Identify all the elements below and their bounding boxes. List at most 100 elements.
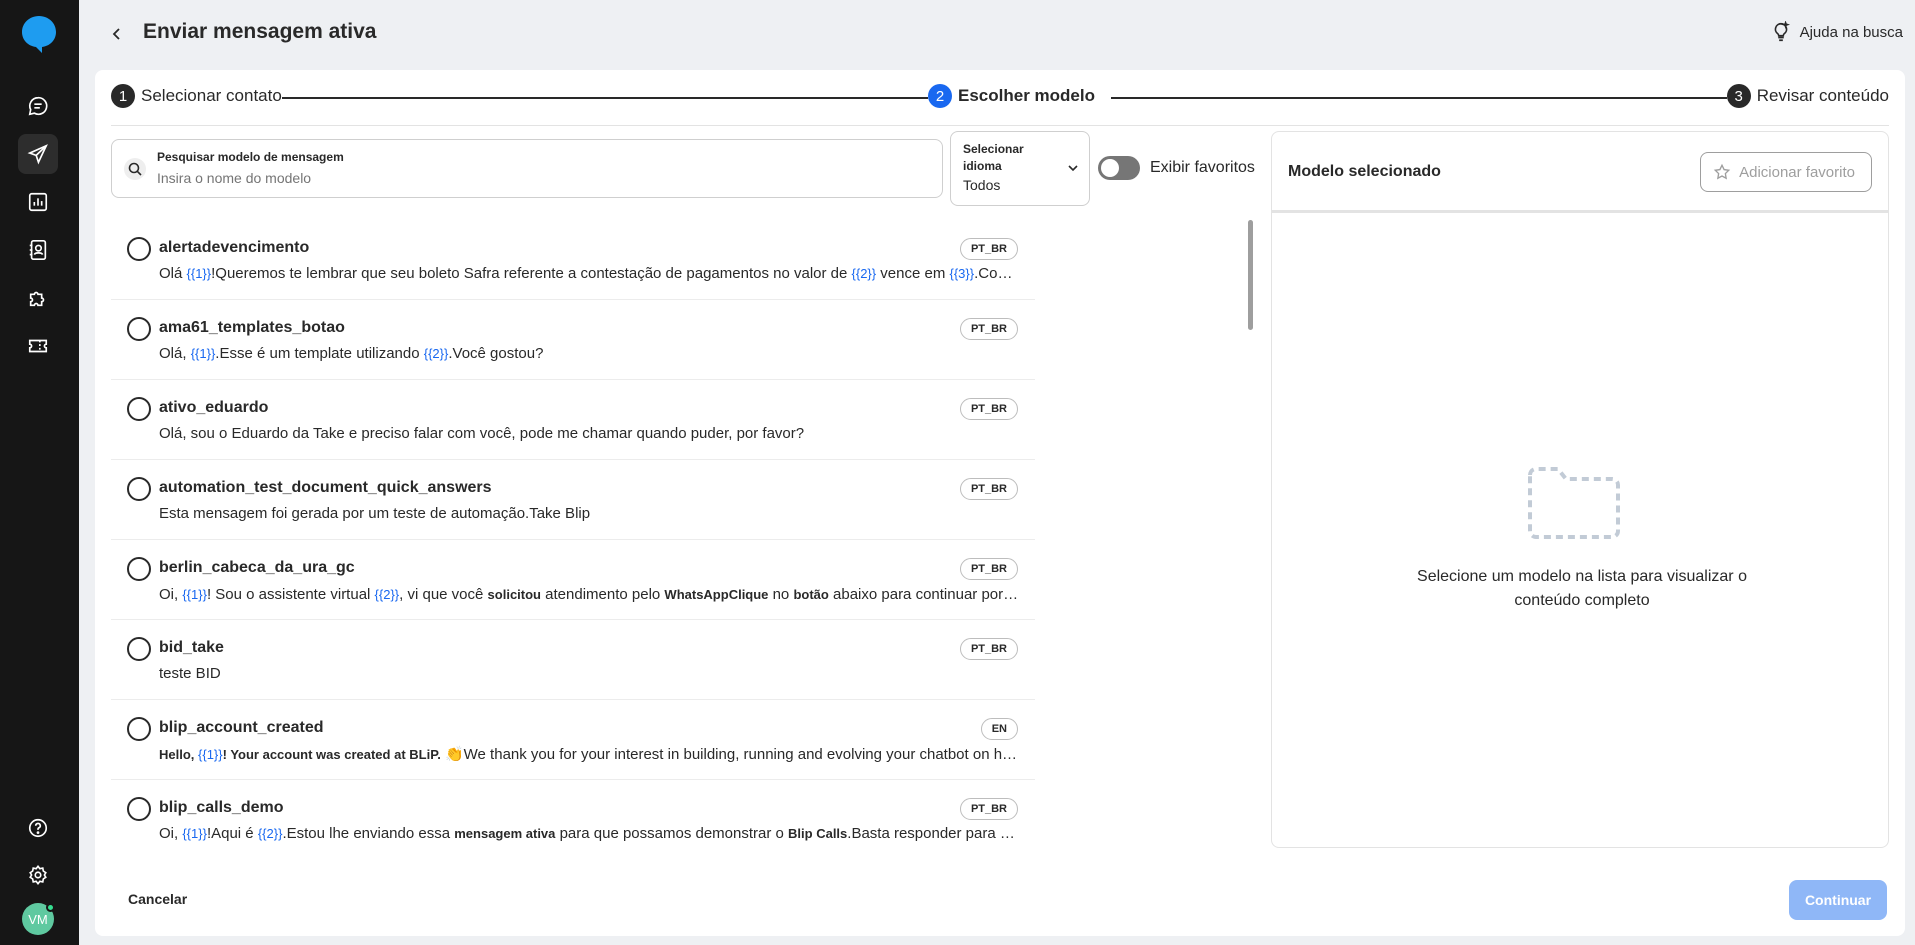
template-list-item[interactable]: ama61_templates_botao PT_BR Olá, {{1}}.Ess… xyxy=(111,300,1035,380)
bold-text: solicitou xyxy=(487,587,541,602)
language-select-label: Selecionar idioma xyxy=(963,142,1024,173)
main-card: 1 Selecionar contato 2 Escolher modelo 3… xyxy=(95,70,1905,936)
template-radio[interactable] xyxy=(127,797,151,821)
template-name: blip_account_created xyxy=(159,719,324,736)
nav-ticket-icon[interactable] xyxy=(18,326,58,366)
step-choose-template[interactable]: 2 Escolher modelo xyxy=(928,84,1095,108)
bold-text: ! Your account was created at BLiP. xyxy=(222,747,441,762)
preview-text: ! Sou o assistente virtual xyxy=(206,586,375,603)
left-rail: VM xyxy=(0,0,79,945)
continue-button[interactable]: Continuar xyxy=(1789,880,1887,920)
preview-text: no xyxy=(768,586,794,603)
preview-text: Olá, sou o Eduardo da Take e preciso fal… xyxy=(159,425,805,442)
template-list-item[interactable]: automation_test_document_quick_answers PT… xyxy=(111,460,1035,540)
add-favorite-button[interactable]: Adicionar favorito xyxy=(1700,152,1872,192)
nav-chat-icon[interactable] xyxy=(18,86,58,126)
preview-text: !Queremos te lembrar que seu boleto Safr… xyxy=(211,265,852,282)
selected-template-panel: Modelo selecionado Adicionar favorito Se… xyxy=(1271,131,1889,848)
step-number: 1 xyxy=(111,84,135,108)
preview-text: vence em xyxy=(876,265,950,282)
template-variable: {{1}} xyxy=(186,266,212,281)
bold-text: botão xyxy=(793,587,829,602)
language-badge: PT_BR xyxy=(959,798,1018,820)
template-list-item[interactable]: blip_calls_demo PT_BR Oi, {{1}}!Aqui é {{2… xyxy=(111,780,1035,844)
template-name: ativo_eduardo xyxy=(159,399,269,416)
step-label: Escolher modelo xyxy=(958,86,1095,105)
template-preview: Oi, {{1}}!Aqui é {{2}}.Estou lhe enviand… xyxy=(159,825,1019,842)
star-icon xyxy=(1713,163,1731,180)
template-list-item[interactable]: bid_take PT_BR teste BID xyxy=(111,620,1035,700)
template-radio[interactable] xyxy=(127,717,151,741)
template-radio[interactable] xyxy=(127,477,151,501)
lightbulb-icon xyxy=(1774,21,1790,42)
template-radio[interactable] xyxy=(127,557,151,581)
nav-chart-icon[interactable] xyxy=(18,182,58,222)
template-list-item[interactable]: berlin_cabeca_da_ura_gc PT_BR Oi, {{1}}! S… xyxy=(111,540,1035,620)
template-variable: {{1}} xyxy=(182,587,207,602)
template-radio[interactable] xyxy=(127,237,151,261)
language-badge: PT_BR xyxy=(959,558,1018,580)
preview-text: .Esse é um template utilizando xyxy=(215,345,424,362)
step-select-contact[interactable]: 1 Selecionar contato xyxy=(111,84,282,108)
preview-text: atendimento pelo xyxy=(541,586,665,603)
stepper: 1 Selecionar contato 2 Escolher modelo 3… xyxy=(111,84,1889,112)
language-badge: PT_BR xyxy=(959,638,1018,660)
step-number: 2 xyxy=(928,84,952,108)
help-icon[interactable] xyxy=(18,808,58,848)
preview-text: .Basta responder para seguir ao atendime… xyxy=(847,825,1019,842)
language-select-value: Todos xyxy=(963,177,1001,193)
template-preview: teste BID xyxy=(159,665,1019,682)
step-label: Selecionar contato xyxy=(141,86,282,105)
language-badge: PT_BR xyxy=(959,318,1018,340)
preview-text: .Você gostou? xyxy=(448,345,544,362)
page-title: Enviar mensagem ativa xyxy=(143,20,377,43)
template-list-item[interactable]: ativo_eduardo PT_BR Olá, sou o Eduardo da … xyxy=(111,380,1035,460)
logo-icon[interactable] xyxy=(20,14,58,54)
help-search-label: Ajuda na busca xyxy=(1799,23,1903,41)
list-scrollbar[interactable] xyxy=(1248,220,1253,330)
template-name: berlin_cabeca_da_ura_gc xyxy=(159,559,355,576)
template-radio[interactable] xyxy=(127,397,151,421)
template-variable: {{3}} xyxy=(949,266,975,281)
back-icon[interactable] xyxy=(105,22,129,46)
preview-text: , vi que você xyxy=(399,586,488,603)
template-variable: {{1}} xyxy=(182,826,207,841)
template-search-field[interactable]: Pesquisar modelo de mensagem xyxy=(111,139,943,198)
chevron-down-icon xyxy=(1068,165,1078,172)
help-search-button[interactable]: Ajuda na busca xyxy=(1770,21,1903,43)
cancel-button[interactable]: Cancelar xyxy=(128,891,187,907)
search-input[interactable] xyxy=(157,170,917,186)
template-radio[interactable] xyxy=(127,637,151,661)
template-list-item[interactable]: alertadevencimento PT_BR Olá {{1}}!Queremo… xyxy=(111,220,1035,300)
preview-text: .Estou lhe enviando essa xyxy=(282,825,455,842)
preview-text: Olá xyxy=(159,265,187,282)
template-list-item[interactable]: blip_account_created EN Hello, {{1}}! Your… xyxy=(111,700,1035,780)
favorites-toggle-label: Exibir favoritos xyxy=(1150,159,1255,176)
template-name: ama61_templates_botao xyxy=(159,319,345,336)
template-name: blip_calls_demo xyxy=(159,799,284,816)
language-badge: PT_BR xyxy=(959,478,1018,500)
nav-send-icon[interactable] xyxy=(18,134,58,174)
gear-icon[interactable] xyxy=(18,855,58,895)
bold-text: Hello, xyxy=(159,747,199,762)
search-icon xyxy=(124,158,146,180)
step-review-content[interactable]: 3 Revisar conteúdo xyxy=(1726,84,1889,108)
template-variable: {{2}} xyxy=(851,266,877,281)
nav-puzzle-icon[interactable] xyxy=(18,278,58,318)
language-select[interactable]: Selecionar idioma Todos xyxy=(950,131,1090,206)
favorites-toggle[interactable]: Exibir favoritos xyxy=(1098,156,1255,180)
language-badge: PT_BR xyxy=(959,398,1018,420)
template-preview: Olá, sou o Eduardo da Take e preciso fal… xyxy=(159,425,1019,442)
preview-text: para que possamos demonstrar o xyxy=(555,825,789,842)
template-variable: {{2}} xyxy=(257,826,283,841)
template-preview: Esta mensagem foi gerada por um teste de… xyxy=(159,505,1019,522)
template-radio[interactable] xyxy=(127,317,151,341)
avatar[interactable]: VM xyxy=(22,903,55,935)
preview-text: Esta mensagem foi gerada por um teste de… xyxy=(159,505,591,522)
preview-text: Oi, xyxy=(159,586,183,603)
empty-state-text: Selecione um modelo na lista para visual… xyxy=(1417,568,1747,609)
nav-contacts-icon[interactable] xyxy=(18,230,58,270)
stepper-line xyxy=(1111,97,1749,99)
toggle-switch[interactable] xyxy=(1098,156,1140,180)
add-favorite-label: Adicionar favorito xyxy=(1739,163,1855,181)
